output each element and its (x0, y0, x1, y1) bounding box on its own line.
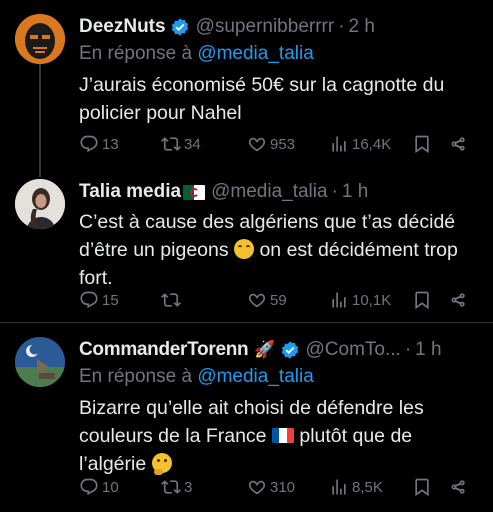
retweet-button[interactable]: 34 (161, 132, 201, 156)
avatar[interactable] (15, 179, 65, 229)
like-button[interactable]: 953 (247, 132, 295, 156)
reply-mention-link[interactable]: @media_talia (197, 43, 313, 64)
avatar[interactable] (15, 14, 65, 64)
views-icon (332, 292, 346, 308)
separator-dot: · (331, 181, 338, 202)
tweet[interactable]: CommanderTorenn 🚀 @ComTo... · 1 h En rép… (0, 323, 493, 512)
bookmark-button[interactable] (412, 288, 432, 312)
reply-count: 10 (102, 478, 119, 496)
thread-line (39, 163, 41, 177)
reply-context: En réponse à @media_talia (79, 40, 483, 68)
like-count: 310 (270, 478, 296, 496)
author-handle[interactable]: @media_talia (211, 179, 327, 205)
share-button[interactable] (448, 288, 468, 312)
bookmark-icon (415, 478, 429, 497)
action-bar: 13 34 953 16,4K (79, 132, 483, 156)
views-count: 10,1K (352, 291, 392, 309)
grinning-sweat-emoji-icon (234, 239, 255, 259)
retweet-icon (161, 293, 181, 307)
reply-icon (80, 291, 98, 309)
views-icon (332, 479, 346, 495)
share-icon (451, 137, 465, 151)
bookmark-button[interactable] (412, 475, 432, 499)
tweet[interactable]: DeezNuts @supernibberrrr · 2 h En répons… (0, 0, 493, 163)
reply-button[interactable]: 13 (79, 132, 119, 156)
bookmark-button[interactable] (412, 132, 432, 156)
like-count: 953 (270, 135, 296, 153)
reply-icon (80, 478, 98, 496)
author-handle[interactable]: @supernibberrrr (196, 14, 335, 40)
action-bar: 10 3 310 8,5K (79, 475, 483, 499)
reply-mention-link[interactable]: @media_talia (197, 366, 313, 387)
avatar[interactable] (15, 337, 65, 387)
thinking-face-emoji-icon (151, 453, 172, 475)
views-button[interactable]: 8,5K (329, 475, 383, 499)
avatar-image (15, 14, 65, 64)
views-button[interactable]: 10,1K (329, 288, 391, 312)
like-button[interactable]: 59 (247, 288, 287, 312)
share-button[interactable] (448, 475, 468, 499)
algeria-flag-icon (183, 184, 206, 200)
verified-badge-icon (171, 18, 188, 36)
like-count: 59 (270, 291, 287, 309)
share-icon (451, 480, 465, 494)
avatar-image (15, 179, 65, 229)
tweet-text: Bizarre qu’elle ait choisi de défendre l… (79, 394, 483, 478)
tweet[interactable]: Talia media @media_talia · 1 h C’est à c… (0, 163, 493, 323)
like-icon (248, 137, 266, 152)
author-name[interactable]: Talia media (79, 179, 181, 205)
like-icon (248, 480, 266, 495)
author-name[interactable]: CommanderTorenn (79, 337, 249, 363)
reply-prefix: En réponse à (79, 43, 193, 64)
reply-count: 13 (102, 135, 119, 153)
bookmark-icon (415, 135, 429, 154)
reply-button[interactable]: 10 (79, 475, 119, 499)
reply-context: En réponse à @media_talia (79, 363, 483, 391)
action-bar: 15 59 10,1K (79, 288, 483, 312)
retweet-count: 34 (184, 135, 201, 153)
reply-button[interactable]: 15 (79, 288, 119, 312)
reply-prefix: En réponse à (79, 366, 193, 387)
avatar-image (15, 337, 65, 387)
tweet-text: J’aurais économisé 50€ sur la cagnotte d… (79, 74, 450, 124)
timestamp[interactable]: 2 h (349, 14, 375, 40)
views-icon (332, 136, 346, 152)
timeline: DeezNuts @supernibberrrr · 2 h En répons… (0, 0, 493, 512)
tweet-text: C’est à cause des algériens que t’as déc… (79, 208, 483, 292)
share-button[interactable] (448, 132, 468, 156)
views-count: 16,4K (352, 135, 392, 153)
views-button[interactable]: 16,4K (329, 132, 391, 156)
separator-dot: · (338, 16, 345, 37)
retweet-icon (161, 137, 181, 151)
retweet-icon (161, 480, 181, 494)
timestamp[interactable]: 1 h (415, 337, 441, 363)
rocket-emoji-icon: 🚀 (254, 340, 276, 359)
like-icon (248, 293, 266, 308)
retweet-count: 3 (184, 478, 193, 496)
retweet-button[interactable] (161, 288, 184, 312)
retweet-button[interactable]: 3 (161, 475, 192, 499)
timestamp[interactable]: 1 h (342, 179, 368, 205)
thread-line (39, 62, 41, 163)
separator-dot: · (404, 339, 412, 360)
share-icon (451, 293, 465, 307)
verified-badge-icon (281, 341, 298, 359)
author-handle[interactable]: @ComTo... (306, 337, 401, 363)
bookmark-icon (415, 291, 429, 310)
author-name[interactable]: DeezNuts (79, 14, 166, 40)
reply-icon (80, 135, 98, 153)
reply-count: 15 (102, 291, 119, 309)
like-button[interactable]: 310 (247, 475, 295, 499)
views-count: 8,5K (352, 478, 383, 496)
france-flag-icon (271, 428, 294, 443)
